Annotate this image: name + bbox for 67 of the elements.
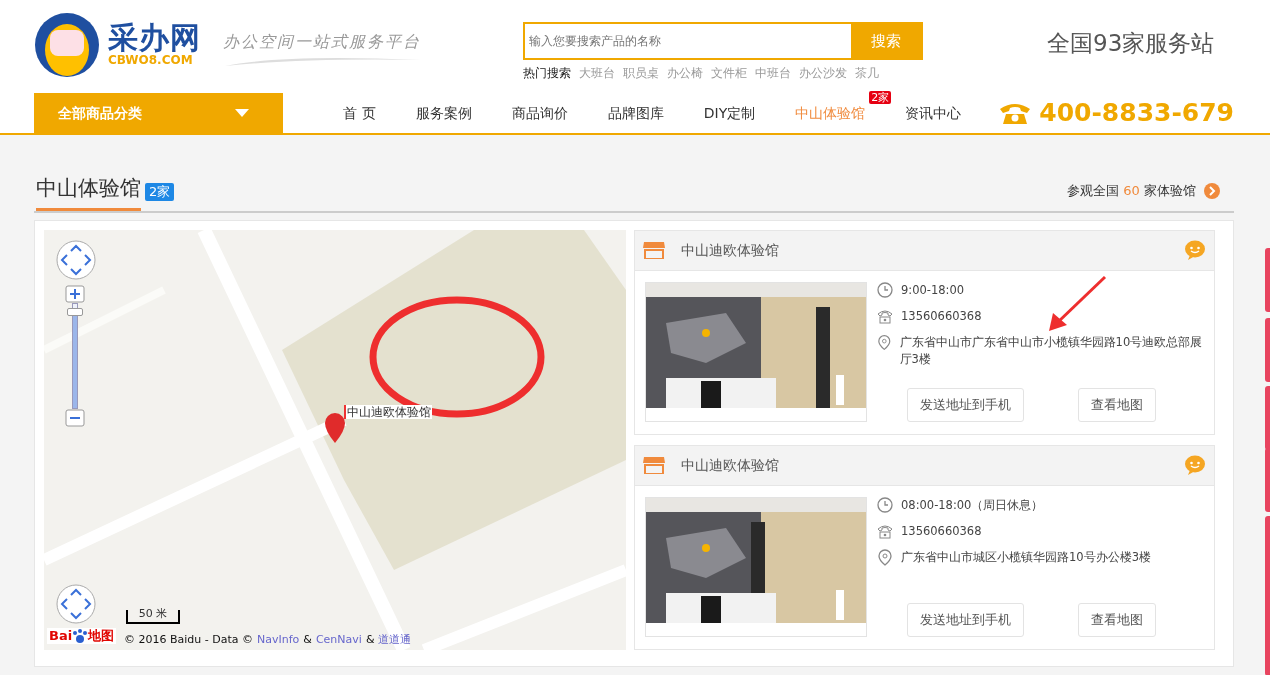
map-marker-icon (324, 412, 346, 445)
action-button[interactable]: 发送地址到手机 (907, 602, 1024, 637)
telephone-icon (877, 307, 893, 325)
address: 广东省中山市城区小榄镇华园路10号办公楼3楼 (901, 549, 1151, 566)
action-button[interactable]: 发送地址到手机 (907, 387, 1024, 422)
attribution-link[interactable]: CenNavi (315, 631, 362, 648)
store-name: 中山迪欧体验馆 (681, 240, 780, 260)
logo-text: 地图 (88, 627, 115, 644)
storefront-icon (643, 456, 665, 474)
service-stations-text: 全国93家服务站 (1047, 29, 1215, 58)
opening-hours: 08:00-18:00（周日休息） (901, 496, 1044, 514)
store-name: 中山迪欧体验馆 (681, 455, 780, 475)
pan-control-icon[interactable] (56, 239, 96, 280)
clock-icon (877, 496, 893, 514)
attribution-text: © 2016 Baidu - Data © (124, 631, 253, 648)
phone-number: 13560660368 (901, 307, 982, 325)
zoom-slider-track[interactable] (72, 302, 78, 409)
scale-bar: 50 米 (126, 609, 180, 624)
nav-link[interactable]: 首 页 (343, 102, 376, 124)
telephone-icon (999, 101, 1032, 125)
hot-search-link[interactable]: 茶几 (855, 64, 879, 82)
action-button[interactable]: 查看地图 (1078, 602, 1156, 637)
chat-bubble-icon[interactable] (1184, 240, 1206, 260)
section-title: 中山体验馆 (36, 173, 141, 211)
location-pin-icon (877, 549, 893, 566)
hot-search-link[interactable]: 中班台 (755, 64, 791, 82)
attribution-link[interactable]: NavInfo (257, 631, 300, 648)
zoom-out-button[interactable] (65, 408, 85, 427)
brand-name[interactable]: 采办网 (108, 22, 201, 53)
caret-icon (235, 109, 250, 117)
action-button[interactable]: 查看地图 (1078, 387, 1156, 422)
hot-search-label: 热门搜索 (523, 65, 571, 82)
mascot-logo-icon (34, 12, 100, 78)
nav-link[interactable]: DIY定制 (703, 102, 756, 124)
attribution-text: & (303, 631, 312, 648)
chat-bubble-icon[interactable] (1184, 455, 1206, 475)
address: 广东省中山市广东省中山市小榄镇华园路10号迪欧总部展厅3楼 (899, 334, 1204, 369)
hot-search-link[interactable]: 办公沙发 (799, 64, 847, 82)
all-showrooms-link[interactable]: 参观全国 60 家体验馆 (1067, 181, 1196, 201)
pan-control-icon[interactable] (56, 583, 96, 624)
storefront-icon (643, 241, 665, 259)
zoom-in-button[interactable] (65, 284, 85, 303)
brand-domain: CBWO8.COM (108, 52, 193, 68)
phone-number: 13560660368 (901, 522, 982, 540)
slogan: 办公空间一站式服务平台 (223, 31, 422, 53)
hot-search-link[interactable]: 大班台 (579, 64, 615, 82)
nav-link[interactable]: 资讯中心 (905, 102, 962, 124)
attribution-text: & (365, 631, 375, 648)
location-pin-icon (877, 334, 892, 351)
hot-search-link[interactable]: 职员桌 (623, 64, 659, 82)
nav-link[interactable]: 商品询价 (511, 102, 568, 124)
paw-icon (72, 627, 89, 644)
zoom-slider-thumb[interactable] (67, 307, 83, 316)
nav-link[interactable]: 品牌图库 (607, 102, 664, 124)
telephone-icon (877, 522, 893, 540)
hot-search-link[interactable]: 办公椅 (667, 64, 703, 82)
count-badge: 2家 (145, 182, 175, 201)
hotline-number: 400-8833-679 (1039, 97, 1234, 130)
nav-link[interactable]: 服务案例 (415, 102, 472, 124)
arrow-annotation (1047, 274, 1107, 333)
chevron-circle-icon[interactable] (1204, 182, 1220, 199)
hot-search-link[interactable]: 文件柜 (711, 64, 747, 82)
clock-icon (877, 281, 893, 299)
opening-hours: 9:00-18:00 (901, 281, 965, 299)
logo-text: Bai (49, 627, 73, 644)
count-badge: 2家 (869, 90, 892, 104)
attribution-link[interactable]: 道道通 (378, 631, 412, 648)
